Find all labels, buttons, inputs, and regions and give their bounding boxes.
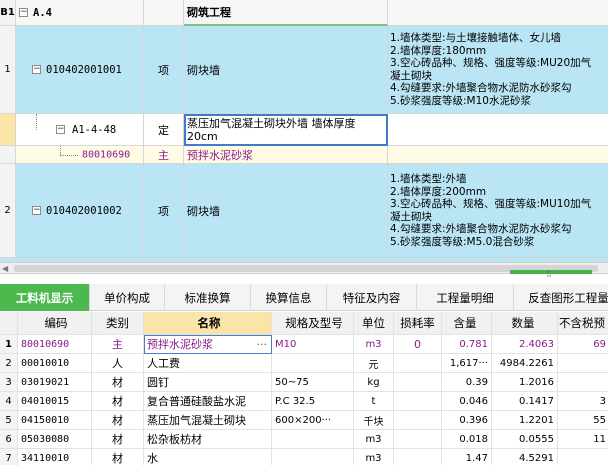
tab-standard-conversion[interactable]: 标准换算	[165, 284, 251, 311]
table-row[interactable]: 4 04010015 材 复合普通硅酸盐水泥 P.C 32.5 t 0.046 …	[0, 392, 608, 411]
quota-name-editor[interactable]: 蒸压加气混凝土砌块外墙 墙体厚度 20cm	[184, 114, 388, 146]
bill-item-row[interactable]: 2 − 010402001002 项 砌块墙 1.墙体类型:外墙 2.墙体厚度:…	[0, 164, 608, 258]
item-name[interactable]: 砌块墙	[184, 164, 388, 258]
item-features[interactable]: 1.墙体类型:外墙 2.墙体厚度:200mm 3.空心砖品种、规格、强度等级:M…	[388, 164, 608, 258]
detail-tabs: 工料机显示 单价构成 标准换算 换算信息 特征及内容 工程量明细 反查图形工程量	[0, 284, 608, 311]
item-code: 010402001002	[46, 204, 122, 217]
bill-item-row[interactable]: 1 − 010402001001 项 砌块墙 1.墙体类型:与土壤接触墙体、女儿…	[0, 26, 608, 114]
header-loss-rate[interactable]: 损耗率	[394, 312, 442, 335]
tab-graphic-quantity[interactable]: 反查图形工程量	[514, 284, 608, 311]
header-content[interactable]: 含量	[442, 312, 492, 335]
item-features[interactable]: 1.墙体类型:与土壤接触墙体、女儿墙 2.墙体厚度:180mm 3.空心砖品种、…	[388, 26, 608, 114]
tab-features[interactable]: 特征及内容	[327, 284, 417, 311]
labor-material-table: 编码 类别 名称 规格及型号 单位 损耗率 含量 数量 不含税预 1 80010…	[0, 312, 608, 465]
item-code: 010402001001	[46, 63, 122, 76]
item-type: 项	[144, 26, 184, 114]
grip-handle-icon[interactable]: ⠿	[546, 270, 552, 279]
collapse-box-icon[interactable]: −	[56, 125, 65, 134]
tab-labor-material[interactable]: 工料机显示	[0, 284, 90, 311]
section-code: A.4	[33, 6, 52, 19]
material-name[interactable]: 预拌水泥砂浆	[184, 146, 388, 164]
quota-name-line1: 蒸压加气混凝土砌块外墙 墙体厚度	[187, 116, 356, 130]
table-row[interactable]: 2 00010010 人 人工费 元 1,617··· 4984.2261	[0, 354, 608, 373]
section-name: 砌筑工程	[184, 0, 388, 26]
row-number: 2	[0, 164, 16, 258]
scroll-left-arrow-icon[interactable]: ◀	[2, 264, 8, 273]
quota-code: A1-4-48	[72, 123, 117, 136]
header-price[interactable]: 不含税预	[558, 312, 608, 335]
header-name[interactable]: 名称	[144, 312, 272, 335]
quota-type: 定	[144, 114, 184, 146]
row-number: 1	[0, 26, 16, 114]
header-code[interactable]: 编码	[18, 312, 92, 335]
table-row[interactable]: 5 04150010 材 蒸压加气混凝土砌块 600×200··· 千块 0.3…	[0, 411, 608, 430]
header-category[interactable]: 类别	[92, 312, 144, 335]
header-unit[interactable]: 单位	[354, 312, 394, 335]
collapse-box-icon[interactable]: −	[32, 206, 41, 215]
more-button[interactable]: ···	[257, 338, 268, 351]
table-header: 编码 类别 名称 规格及型号 单位 损耗率 含量 数量 不含税预	[0, 312, 608, 335]
table-row[interactable]: 3 03019021 材 圆钉 50~75 kg 0.39 1.2016	[0, 373, 608, 392]
item-name[interactable]: 砌块墙	[184, 26, 388, 114]
material-row[interactable]: 80010690 主 预拌水泥砂浆	[0, 146, 608, 164]
item-type: 项	[144, 164, 184, 258]
bill-grid: B1 − A.4 砌筑工程 1 − 010402001001 项 砌块墙 1.墙…	[0, 0, 608, 262]
quota-name-line2: 20cm	[187, 129, 218, 143]
collapse-box-icon[interactable]: −	[19, 8, 28, 17]
section-row[interactable]: B1 − A.4 砌筑工程	[0, 0, 608, 26]
header-spec[interactable]: 规格及型号	[272, 312, 354, 335]
tab-quantity-detail[interactable]: 工程量明细	[417, 284, 514, 311]
material-code: 80010690	[82, 149, 131, 160]
tab-unit-price[interactable]: 单价构成	[90, 284, 165, 311]
material-type: 主	[144, 146, 184, 164]
table-row[interactable]: 7 34110010 材 水 m3 1.47 4.5291	[0, 449, 608, 465]
table-row[interactable]: 6 05030080 材 松杂板枋材 m3 0.018 0.0555 11	[0, 430, 608, 449]
tab-conversion-info[interactable]: 换算信息	[251, 284, 327, 311]
header-quantity[interactable]: 数量	[492, 312, 558, 335]
table-row[interactable]: 1 80010690 主 预拌水泥砂浆 ··· M10 m3 0 0.781 2…	[0, 335, 608, 354]
row-number: B1	[0, 0, 16, 26]
collapse-box-icon[interactable]: −	[32, 65, 41, 74]
quota-row[interactable]: − A1-4-48 定 蒸压加气混凝土砌块外墙 墙体厚度 20cm	[0, 114, 608, 146]
name-cell-editing[interactable]: 预拌水泥砂浆 ···	[144, 335, 272, 354]
